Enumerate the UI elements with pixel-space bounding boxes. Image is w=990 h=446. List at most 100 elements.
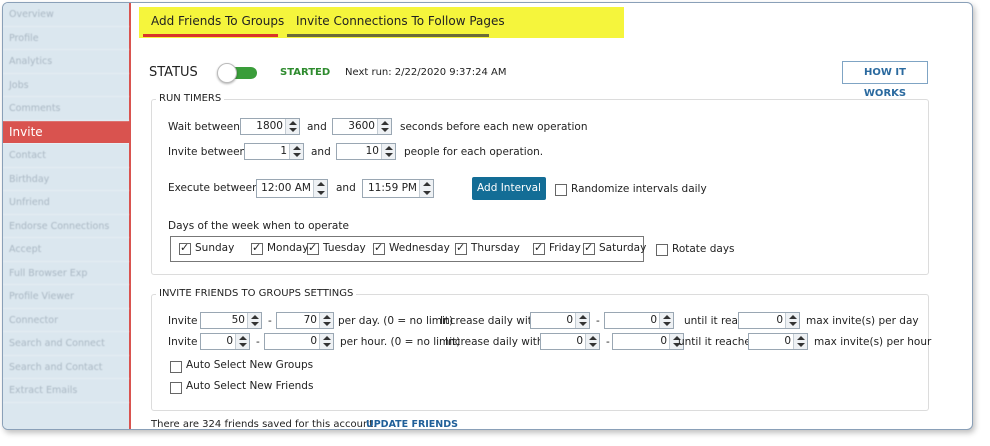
row2-until-label: until it reaches [678,336,757,348]
stepper-arrows[interactable] [785,313,799,328]
stepper-arrows[interactable] [659,313,673,328]
day-sunday-checkbox[interactable] [179,241,191,255]
stepper-arrows[interactable] [377,119,391,134]
stepper-arrows[interactable] [585,334,599,349]
row1-max-value: 70 [303,314,317,326]
status-row: STATUS STARTED Next run: 2/22/2020 9:37:… [149,61,972,99]
sidebar-item-full-browser-exp[interactable]: Full Browser Exp [3,262,129,285]
day-thursday-label: Thursday [471,242,520,254]
days-checkbox-group: Sunday Monday Tuesday Wednesday Thursday Frid… [170,236,647,262]
wait-max-value: 3600 [348,120,375,132]
stepper-arrows[interactable] [419,180,433,197]
sidebar-item-extract-emails[interactable]: Extract Emails [3,379,129,403]
sidebar-item-accept[interactable]: Accept [3,238,129,262]
day-saturday-label: Saturday [599,242,647,254]
sidebar-item-search-and-connect[interactable]: Search and Connect [3,332,129,356]
day-wednesday-label: Wednesday [389,242,450,254]
row2-min-stepper[interactable]: 0 [200,333,250,350]
row1-inc-min-stepper[interactable]: 0 [530,312,590,329]
run-timers-legend: RUN TIMERS [156,93,225,104]
settings-legend: INVITE FRIENDS TO GROUPS SETTINGS [156,288,357,299]
dash: - [256,336,260,348]
exec-end-stepper[interactable]: 11:59 PM [362,179,434,198]
day-monday-checkbox[interactable] [251,241,263,255]
auto-select-friends-checkbox[interactable] [170,382,182,394]
row2-inc-min-stepper[interactable]: 0 [540,333,600,350]
invite-min-value: 1 [280,145,287,157]
sidebar-item-overview[interactable]: Overview [3,3,129,27]
row1-limit-stepper[interactable]: 0 [738,312,800,329]
day-sunday-label: Sunday [195,242,235,254]
sidebar-item-analytics[interactable]: Analytics [3,50,129,74]
row2-limit-value: 0 [784,335,791,347]
stepper-arrows[interactable] [313,180,327,197]
stepper-arrows[interactable] [235,334,249,349]
wait-min-value: 1800 [256,120,283,132]
status-state: STARTED [280,67,331,78]
dash: - [596,315,600,327]
stepper-arrows[interactable] [319,334,333,349]
row1-inc-max-stepper[interactable]: 0 [604,312,674,329]
invite-min-stepper[interactable]: 1 [244,143,304,160]
invite-suffix: people for each operation. [404,146,544,158]
wait-suffix: seconds before each new operation [400,121,588,133]
day-wednesday-checkbox[interactable] [373,241,385,255]
row2-inc-max-stepper[interactable]: 0 [612,333,684,350]
exec-start-stepper[interactable]: 12:00 AM [256,179,328,198]
day-saturday-checkbox[interactable] [583,241,595,255]
row1-min-value: 50 [231,314,245,326]
sidebar-item-jobs[interactable]: Jobs [3,74,129,97]
row2-limit-stepper[interactable]: 0 [748,333,808,350]
stepper-arrows[interactable] [285,119,299,134]
auto-select-groups-checkbox[interactable] [170,361,182,373]
sidebar-item-comments[interactable]: Comments [3,97,129,121]
and-label: and [311,146,331,158]
tab-invite-connections[interactable]: Invite Connections To Follow Pages [296,14,505,28]
add-interval-button[interactable]: Add Interval [472,177,546,200]
day-friday-checkbox[interactable] [533,241,545,255]
row1-max-stepper[interactable]: 70 [276,312,334,329]
sidebar-item-connector[interactable]: Connector [3,309,129,332]
sidebar-item-invite[interactable]: Invite [3,120,129,144]
stepper-arrows[interactable] [319,313,333,328]
sidebar-item-contact[interactable]: Contact [3,144,129,168]
update-friends-link[interactable]: UPDATE FRIENDS [366,419,458,429]
randomize-checkbox[interactable] [555,184,567,196]
sidebar-item-search-and-contact[interactable]: Search and Contact [3,356,129,379]
next-run-text: Next run: 2/22/2020 9:37:24 AM [345,67,507,78]
stepper-arrows[interactable] [381,144,395,159]
day-tuesday-checkbox[interactable] [307,241,319,255]
invite-max-value: 10 [365,145,379,157]
app-window: Overview Profile Analytics Jobs Comments Invi… [2,2,973,430]
tab-add-friends-to-groups[interactable]: Add Friends To Groups [151,14,284,28]
row1-inc-max-value: 0 [650,314,657,326]
friends-count-text: There are 324 friends saved for this acc… [151,419,377,430]
stepper-arrows[interactable] [575,313,589,328]
row2-max-stepper[interactable]: 0 [264,333,334,350]
run-timers-group: RUN TIMERS Wait between 1800 and 3600 se… [151,93,929,275]
sidebar-item-birthday[interactable]: Birthday [3,168,129,191]
sidebar-item-endorse-connections[interactable]: Endorse Connections [3,215,129,238]
rotate-days-checkbox[interactable] [656,244,668,256]
toggle-knob [217,63,237,83]
stepper-arrows[interactable] [793,334,807,349]
auto-select-groups-label: Auto Select New Groups [186,359,314,371]
stepper-arrows[interactable] [247,313,261,328]
days-label: Days of the week when to operate [168,220,349,232]
exec-start-value: 12:00 AM [261,182,311,194]
sidebar-item-unfriend[interactable]: Unfriend [3,191,129,215]
tab-bar: Add Friends To Groups Invite Connections… [139,7,624,38]
sidebar-item-profile[interactable]: Profile [3,27,129,50]
sidebar-item-profile-viewer[interactable]: Profile Viewer [3,285,129,309]
invite-label: Invite between [168,146,247,158]
day-thursday-checkbox[interactable] [455,241,467,255]
wait-min-stepper[interactable]: 1800 [240,118,300,135]
invite-max-stepper[interactable]: 10 [336,143,396,160]
stepper-arrows[interactable] [289,144,303,159]
how-it-works-button[interactable]: HOW IT WORKS [842,61,928,99]
wait-max-stepper[interactable]: 3600 [332,118,392,135]
and-label: and [307,121,327,133]
status-toggle[interactable] [217,63,259,83]
and-label: and [336,182,356,194]
row1-min-stepper[interactable]: 50 [200,312,262,329]
